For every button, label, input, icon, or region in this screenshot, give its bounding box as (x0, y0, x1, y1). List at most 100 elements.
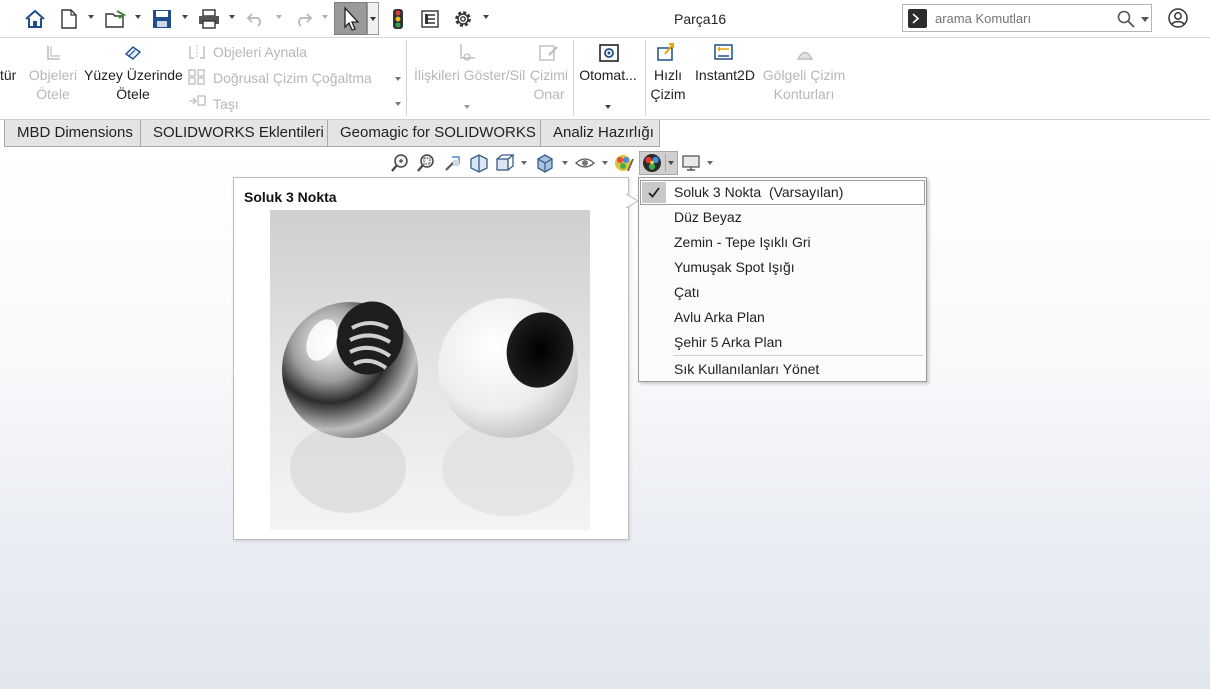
yuzey-uzerinde-otele-line1: Yüzey Üzerinde (84, 67, 183, 83)
redo-icon[interactable] (292, 5, 314, 33)
iliskileri-goster-sil-button[interactable]: İlişkileri Göster/Sil (414, 66, 525, 85)
zoom-to-fit-icon[interactable] (390, 153, 410, 176)
edit-appearance-icon[interactable] (614, 153, 634, 176)
move-entities-icon (44, 44, 62, 65)
dogrusal-cizim-cogaltma-button[interactable]: Doğrusal Çizim Çoğaltma (213, 70, 372, 86)
objeleri-otele-button[interactable]: Objeleri Ötele (28, 66, 78, 104)
golgeli-cizim-konturlari-button[interactable]: Gölgeli Çizim Konturları (762, 66, 846, 104)
yuzey-uzerinde-otele-line2: Ötele (116, 86, 150, 102)
menu-item-sehir-5-arka-plan[interactable]: Şehir 5 Arka Plan (640, 330, 925, 355)
cizimi-onar-line1: Çizimi (529, 67, 569, 83)
cizimi-onar-line2: Onar (533, 86, 565, 102)
scene-preview-image (270, 210, 590, 530)
hizli-cizim-line2: Çizim (650, 86, 686, 102)
ribbon-separator (573, 40, 574, 116)
menu-item-avlu-arka-plan[interactable]: Avlu Arka Plan (640, 305, 925, 330)
file-properties-icon[interactable] (419, 5, 441, 33)
shaded-sketch-contours-icon (795, 44, 815, 65)
golgeli-cizim-line2: Konturları (773, 86, 835, 102)
command-search-box[interactable] (902, 4, 1152, 32)
rebuild-traffic-light-icon[interactable] (388, 5, 408, 33)
previous-view-icon[interactable] (443, 153, 463, 176)
print-dropdown-icon[interactable] (229, 15, 235, 19)
hizli-cizim-button[interactable]: Hızlı Çizim (649, 66, 687, 104)
scene-dropdown-icon[interactable] (668, 161, 674, 165)
instant2d-button[interactable]: Instant2D (692, 66, 758, 85)
document-title: Parça16 (674, 11, 727, 27)
tab-mbd-dimensions[interactable]: MBD Dimensions (4, 120, 141, 147)
tab-geomagic[interactable]: Geomagic for SOLIDWORKS (327, 120, 541, 147)
menu-item-manage-favorites[interactable]: Sık Kullanılanları Yönet (640, 357, 925, 382)
select-arrow-icon[interactable] (334, 2, 367, 35)
yuzey-uzerinde-otele-button[interactable]: Yüzey Üzerinde Ötele (84, 66, 183, 104)
chevron-down-icon (370, 17, 376, 21)
undo-icon[interactable] (245, 5, 267, 33)
relations-dropdown-icon[interactable] (464, 105, 470, 109)
undo-dropdown-icon[interactable] (276, 15, 282, 19)
apply-scene-button[interactable] (639, 151, 678, 175)
objeleri-aynala-button[interactable]: Objeleri Aynala (213, 44, 307, 60)
objeleri-otele-line1: Objeleri (28, 67, 78, 83)
scene-icon (642, 153, 662, 176)
auto-dimension-icon (598, 43, 620, 66)
save-dropdown-icon[interactable] (182, 15, 188, 19)
view-settings-monitor-icon[interactable] (681, 153, 701, 176)
menu-item-soluk-3-nokta[interactable]: Soluk 3 Nokta (Varsayılan) (640, 180, 925, 205)
zoom-to-area-icon[interactable] (416, 153, 436, 176)
search-dropdown-icon[interactable] (1141, 17, 1149, 22)
tab-solidworks-eklentileri[interactable]: SOLIDWORKS Eklentileri (140, 120, 328, 147)
home-icon[interactable] (22, 5, 48, 33)
cizimi-onar-button[interactable]: Çizimi Onar (528, 66, 570, 104)
move-dropdown-icon[interactable] (395, 102, 401, 106)
section-view-icon[interactable] (469, 153, 489, 176)
partial-ribbon-label[interactable]: tür (0, 66, 16, 85)
user-account-icon[interactable] (1167, 7, 1189, 32)
new-document-icon[interactable] (58, 5, 80, 33)
auto-dropdown-icon[interactable] (605, 105, 611, 109)
display-delete-relations-icon (457, 42, 477, 65)
new-document-dropdown-icon[interactable] (88, 15, 94, 19)
menu-item-label: Soluk 3 Nokta (Varsayılan) (674, 184, 844, 200)
menu-item-cati[interactable]: Çatı (640, 280, 925, 305)
display-style-dropdown-icon[interactable] (562, 161, 568, 165)
checkmark-icon (642, 182, 666, 203)
move-icon (188, 94, 206, 111)
tasi-button[interactable]: Taşı (213, 96, 239, 112)
menu-item-yumusak-spot-isigi[interactable]: Yumuşak Spot Işığı (640, 255, 925, 280)
menu-item-duz-beyaz[interactable]: Düz Beyaz (640, 205, 925, 230)
instant2d-icon (714, 43, 734, 66)
otomatik-button[interactable]: Otomat... (576, 66, 640, 85)
select-dropdown-button[interactable] (367, 2, 379, 35)
tooltip-pointer (625, 193, 639, 209)
linear-pattern-icon (188, 69, 206, 88)
display-style-icon[interactable] (535, 153, 555, 176)
hizli-cizim-line1: Hızlı (654, 67, 682, 83)
menu-separator (673, 355, 923, 356)
search-icon[interactable] (1117, 10, 1135, 31)
hide-show-items-icon[interactable] (575, 153, 595, 176)
repair-sketch-icon (539, 43, 559, 66)
pattern-dropdown-icon[interactable] (395, 77, 401, 81)
preview-title: Soluk 3 Nokta (244, 189, 337, 205)
command-prompt-icon (908, 9, 927, 28)
command-manager-tabs: MBD Dimensions SOLIDWORKS Eklentileri Ge… (0, 120, 1210, 148)
save-icon[interactable] (150, 5, 174, 33)
view-settings-dropdown-icon[interactable] (707, 161, 713, 165)
scene-preview-tooltip: Soluk 3 Nokta (233, 177, 629, 540)
options-dropdown-icon[interactable] (483, 15, 489, 19)
redo-dropdown-icon[interactable] (322, 15, 328, 19)
search-input[interactable] (935, 8, 1105, 28)
open-dropdown-icon[interactable] (135, 15, 141, 19)
hide-show-dropdown-icon[interactable] (602, 161, 608, 165)
print-icon[interactable] (197, 5, 221, 33)
gear-icon[interactable] (451, 5, 475, 33)
scene-dropdown-menu: Soluk 3 Nokta (Varsayılan) Düz Beyaz Zem… (638, 177, 927, 382)
menu-item-zemin-tepe-isikli-gri[interactable]: Zemin - Tepe Işıklı Gri (640, 230, 925, 255)
view-orientation-icon[interactable] (495, 153, 515, 176)
view-orientation-dropdown-icon[interactable] (521, 161, 527, 165)
open-folder-icon[interactable] (104, 5, 128, 33)
tab-analiz-hazirligi[interactable]: Analiz Hazırlığı (540, 120, 660, 147)
quick-sketch-icon (657, 42, 677, 65)
ribbon-separator (406, 40, 407, 116)
ribbon-separator (645, 40, 646, 116)
